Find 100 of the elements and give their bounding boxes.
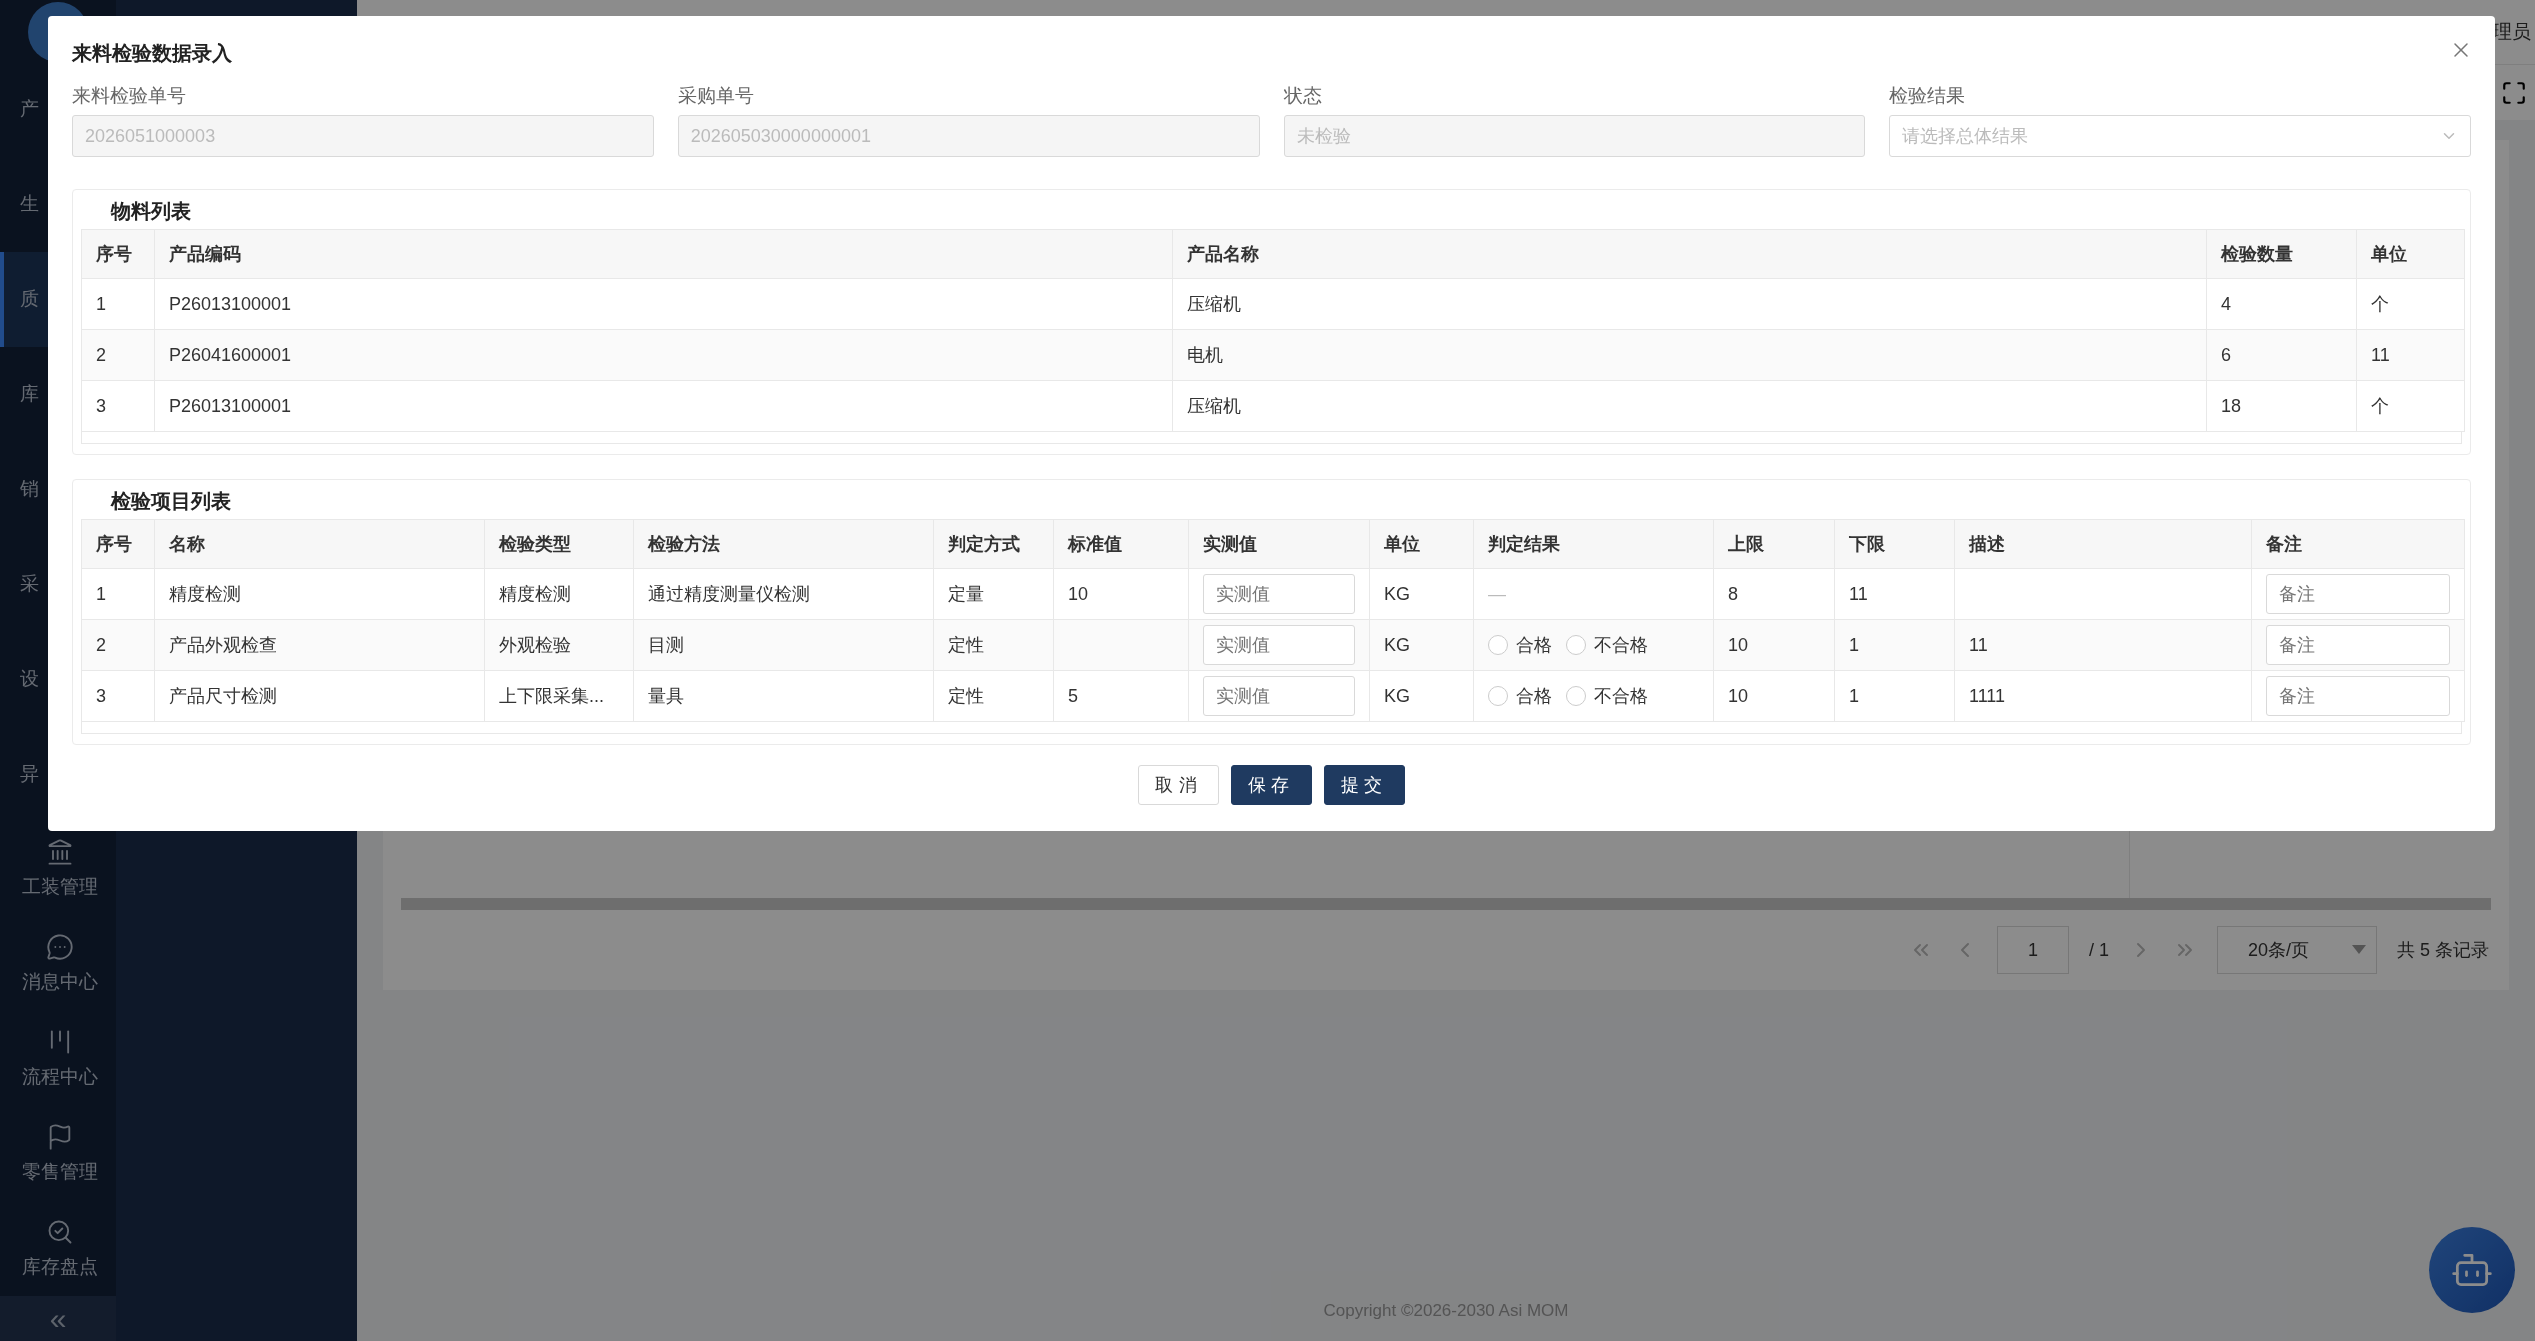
table-cell: 产品外观检查	[154, 619, 485, 671]
table-cell: 11	[1834, 568, 1955, 620]
table-cell: 目测	[633, 619, 934, 671]
table-cell: 3	[81, 670, 155, 722]
table-cell: KG	[1369, 568, 1474, 620]
table-cell: 1	[81, 568, 155, 620]
table-cell: 6	[2206, 329, 2357, 381]
empty-result: —	[1488, 583, 1506, 604]
field-label: 检验结果	[1889, 84, 1967, 108]
column-header: 上限	[1713, 519, 1835, 569]
remark-field[interactable]: 备注	[2266, 574, 2450, 614]
table-cell: 定性	[933, 670, 1054, 722]
radio-option[interactable]: 合格	[1488, 684, 1552, 708]
table-cell: 10	[1713, 670, 1835, 722]
table-cell: 5	[1053, 670, 1189, 722]
sidebar-label: 零售管理	[22, 1159, 98, 1184]
sidebar-label: 库存盘点	[22, 1254, 98, 1279]
table-cell: 10	[1053, 568, 1189, 620]
column-header: 序号	[81, 229, 155, 279]
result-select[interactable]: 请选择总体结果	[1889, 115, 2471, 157]
table-cell: P26013100001	[154, 380, 1173, 432]
table-cell: KG	[1369, 619, 1474, 671]
table-cell: P26041600001	[154, 329, 1173, 381]
dialog-button[interactable]: 保存	[1231, 765, 1312, 805]
table-cell: 上下限采集...	[484, 670, 634, 722]
page-field[interactable]: 1	[1996, 926, 2069, 974]
table-cell: KG	[1369, 670, 1474, 722]
table-cell: 定量	[933, 568, 1054, 620]
measured-value-field[interactable]: 实测值	[1203, 676, 1355, 716]
column-header: 产品名称	[1172, 229, 2207, 279]
table-cell: 压缩机	[1172, 380, 2207, 432]
table-cell: 产品尺寸检测	[154, 670, 485, 722]
caret-icon	[2352, 945, 2366, 955]
section-title: 物料列表	[109, 199, 192, 224]
column-header: 单位	[2356, 229, 2465, 279]
table-cell: 2	[81, 329, 155, 381]
column-header: 备注	[2251, 519, 2465, 569]
sidebar-item[interactable]: 库存盘点	[0, 1201, 116, 1297]
column-header: 检验方法	[633, 519, 934, 569]
sidebar-item[interactable]: 零售管理	[0, 1106, 116, 1202]
table-cell: 8	[1713, 568, 1835, 620]
table-cell: 1	[1834, 619, 1955, 671]
dialog-title: 来料检验数据录入	[72, 41, 232, 66]
sidebar-label: 流程中心	[22, 1065, 98, 1089]
radio-option[interactable]: 不合格	[1566, 633, 1648, 657]
table-cell: 1	[81, 278, 155, 330]
table-cell: 个	[2356, 380, 2465, 432]
table-cell: 精度检测	[484, 568, 634, 620]
column-header: 单位	[1369, 519, 1474, 569]
table-cell: 10	[1713, 619, 1835, 671]
table-cell: 4	[2206, 278, 2357, 330]
column-header: 判定方式	[933, 519, 1054, 569]
user-name: 理员	[2493, 20, 2531, 44]
column-header: 判定结果	[1473, 519, 1714, 569]
sidebar-label: 工装管理	[22, 875, 98, 900]
sidebar-item[interactable]: 流程中心	[0, 1011, 116, 1107]
field-label: 状态	[1283, 84, 1323, 108]
column-header: 描述	[1954, 519, 2252, 569]
table-cell: 3	[81, 380, 155, 432]
bank-icon	[46, 838, 74, 867]
measured-value-field[interactable]: 实测值	[1203, 574, 1355, 614]
page-size-select[interactable]: 20条/页	[2217, 926, 2377, 974]
dialog-button[interactable]: 取消	[1138, 765, 1220, 805]
table-cell: 量具	[633, 670, 934, 722]
field-label: 采购单号	[677, 84, 755, 108]
record-count: 共 5 条记录	[2397, 939, 2489, 962]
remark-field[interactable]: 备注	[2266, 625, 2450, 665]
table-cell: 1111	[1954, 670, 2252, 722]
table-cell: 电机	[1172, 329, 2207, 381]
radio-option[interactable]: 不合格	[1566, 684, 1648, 708]
table-cell: 11	[1954, 619, 2252, 671]
column-header: 序号	[81, 519, 155, 569]
remark-field[interactable]: 备注	[2266, 676, 2450, 716]
collapse-button[interactable]: «	[0, 1296, 116, 1341]
sidebar-item[interactable]: 工装管理	[0, 821, 116, 917]
sidebar-item[interactable]: 消息中心	[0, 916, 116, 1012]
field-label: 来料检验单号	[72, 84, 187, 108]
chat-icon	[46, 933, 74, 962]
column-header: 检验类型	[484, 519, 634, 569]
sidebar-label: 消息中心	[22, 970, 98, 995]
table-cell: 11	[2356, 329, 2465, 381]
measured-value-field[interactable]: 实测值	[1203, 625, 1355, 665]
table-cell: 18	[2206, 380, 2357, 432]
column-header: 标准值	[1053, 519, 1189, 569]
dialog-button[interactable]: 提交	[1323, 765, 1405, 805]
fullscreen-icon[interactable]	[2501, 79, 2527, 106]
table-cell: 通过精度测量仪检测	[633, 568, 934, 620]
column-header: 检验数量	[2206, 229, 2357, 279]
column-header: 实测值	[1188, 519, 1370, 569]
section-title: 检验项目列表	[109, 489, 232, 514]
column-header: 下限	[1834, 519, 1955, 569]
radio-option[interactable]: 合格	[1488, 633, 1552, 657]
table-cell: 个	[2356, 278, 2465, 330]
table-cell: 外观检验	[484, 619, 634, 671]
table-cell: 压缩机	[1172, 278, 2207, 330]
column-header: 产品编码	[154, 229, 1173, 279]
table-cell: 1	[1834, 670, 1955, 722]
column-header: 名称	[154, 519, 485, 569]
table-cell: 2	[81, 619, 155, 671]
table-cell: 精度检测	[154, 568, 485, 620]
